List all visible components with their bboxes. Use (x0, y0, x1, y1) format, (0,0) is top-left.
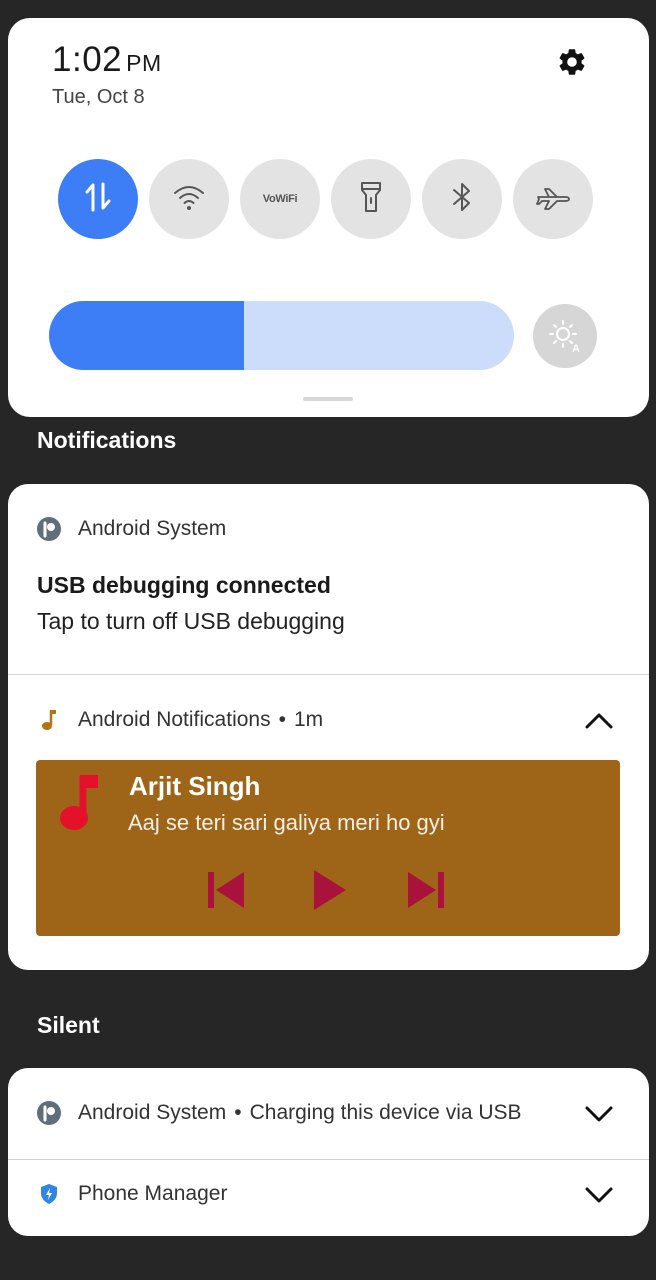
clock: 1:02 PM (52, 40, 162, 79)
phone-manager-header: Phone Manager (36, 1181, 227, 1207)
silent-heading: Silent (37, 1012, 100, 1038)
next-track-button[interactable] (402, 868, 450, 916)
svg-text:A: A (572, 343, 580, 353)
media-notification-app-name: Android Notifications (78, 708, 271, 731)
charging-notification-app-name: Android System (78, 1101, 227, 1124)
airplane-mode-icon (535, 182, 571, 217)
quick-settings-panel: 1:02 PM Tue, Oct 8 VoWiFi A (8, 18, 649, 417)
charging-notification-text: Charging this device via USB (249, 1101, 522, 1124)
mobile-data-icon (83, 180, 113, 219)
panel-drag-handle[interactable] (303, 397, 353, 401)
flashlight-tile[interactable] (331, 159, 411, 239)
quick-tiles-row: VoWiFi (58, 159, 593, 239)
skip-next-icon (406, 871, 446, 914)
notifications-heading: Notifications (37, 427, 177, 453)
settings-gear-icon[interactable] (552, 42, 592, 82)
expand-chevron-down-icon[interactable] (583, 1098, 615, 1130)
wifi-icon (172, 182, 206, 217)
vowifi-tile[interactable]: VoWiFi (240, 159, 320, 239)
vowifi-icon: VoWiFi (262, 193, 298, 205)
separator-dot: • (278, 708, 286, 731)
usb-notification-header: Android System (36, 516, 226, 542)
notifications-card: Android System USB debugging connected T… (8, 484, 649, 970)
phone-manager-shield-icon (36, 1181, 62, 1207)
expand-chevron-down-icon[interactable] (583, 1179, 615, 1211)
music-note-icon (58, 772, 102, 839)
auto-brightness-icon[interactable]: A (533, 304, 597, 368)
usb-notification-app-name: Android System (78, 517, 227, 540)
media-song-title: Aaj se teri sari galiya meri ho gyi (128, 810, 445, 835)
play-icon (312, 869, 348, 916)
usb-notification-title: USB debugging connected (37, 572, 331, 598)
brightness-slider[interactable] (49, 301, 514, 370)
wifi-tile[interactable] (149, 159, 229, 239)
date: Tue, Oct 8 (52, 86, 145, 108)
android-system-icon (36, 516, 62, 542)
play-button[interactable] (306, 868, 354, 916)
collapse-chevron-up-icon[interactable] (583, 705, 615, 737)
media-artist: Arjit Singh (129, 771, 261, 801)
brightness-level-fill (49, 301, 245, 370)
media-player-card: Arjit Singh Aaj se teri sari galiya meri… (36, 760, 620, 936)
music-note-small-icon (36, 707, 62, 733)
media-notification-time: 1m (293, 708, 324, 731)
android-system-icon (36, 1100, 62, 1126)
mobile-data-tile[interactable] (58, 159, 138, 239)
bluetooth-icon (449, 180, 475, 219)
divider (8, 674, 649, 675)
airplane-mode-tile[interactable] (513, 159, 593, 239)
bluetooth-tile[interactable] (422, 159, 502, 239)
previous-track-button[interactable] (202, 868, 250, 916)
silent-notifications-card: Android System • Charging this device vi… (8, 1068, 649, 1236)
separator-dot: • (234, 1101, 242, 1124)
charging-notification-header: Android System • Charging this device vi… (36, 1100, 522, 1126)
skip-previous-icon (206, 871, 246, 914)
usb-notification-text: Tap to turn off USB debugging (37, 608, 345, 634)
flashlight-icon (358, 180, 384, 219)
divider (8, 1159, 649, 1160)
phone-manager-app-name: Phone Manager (78, 1182, 228, 1205)
media-notification-header: Android Notifications • 1m (36, 707, 323, 733)
